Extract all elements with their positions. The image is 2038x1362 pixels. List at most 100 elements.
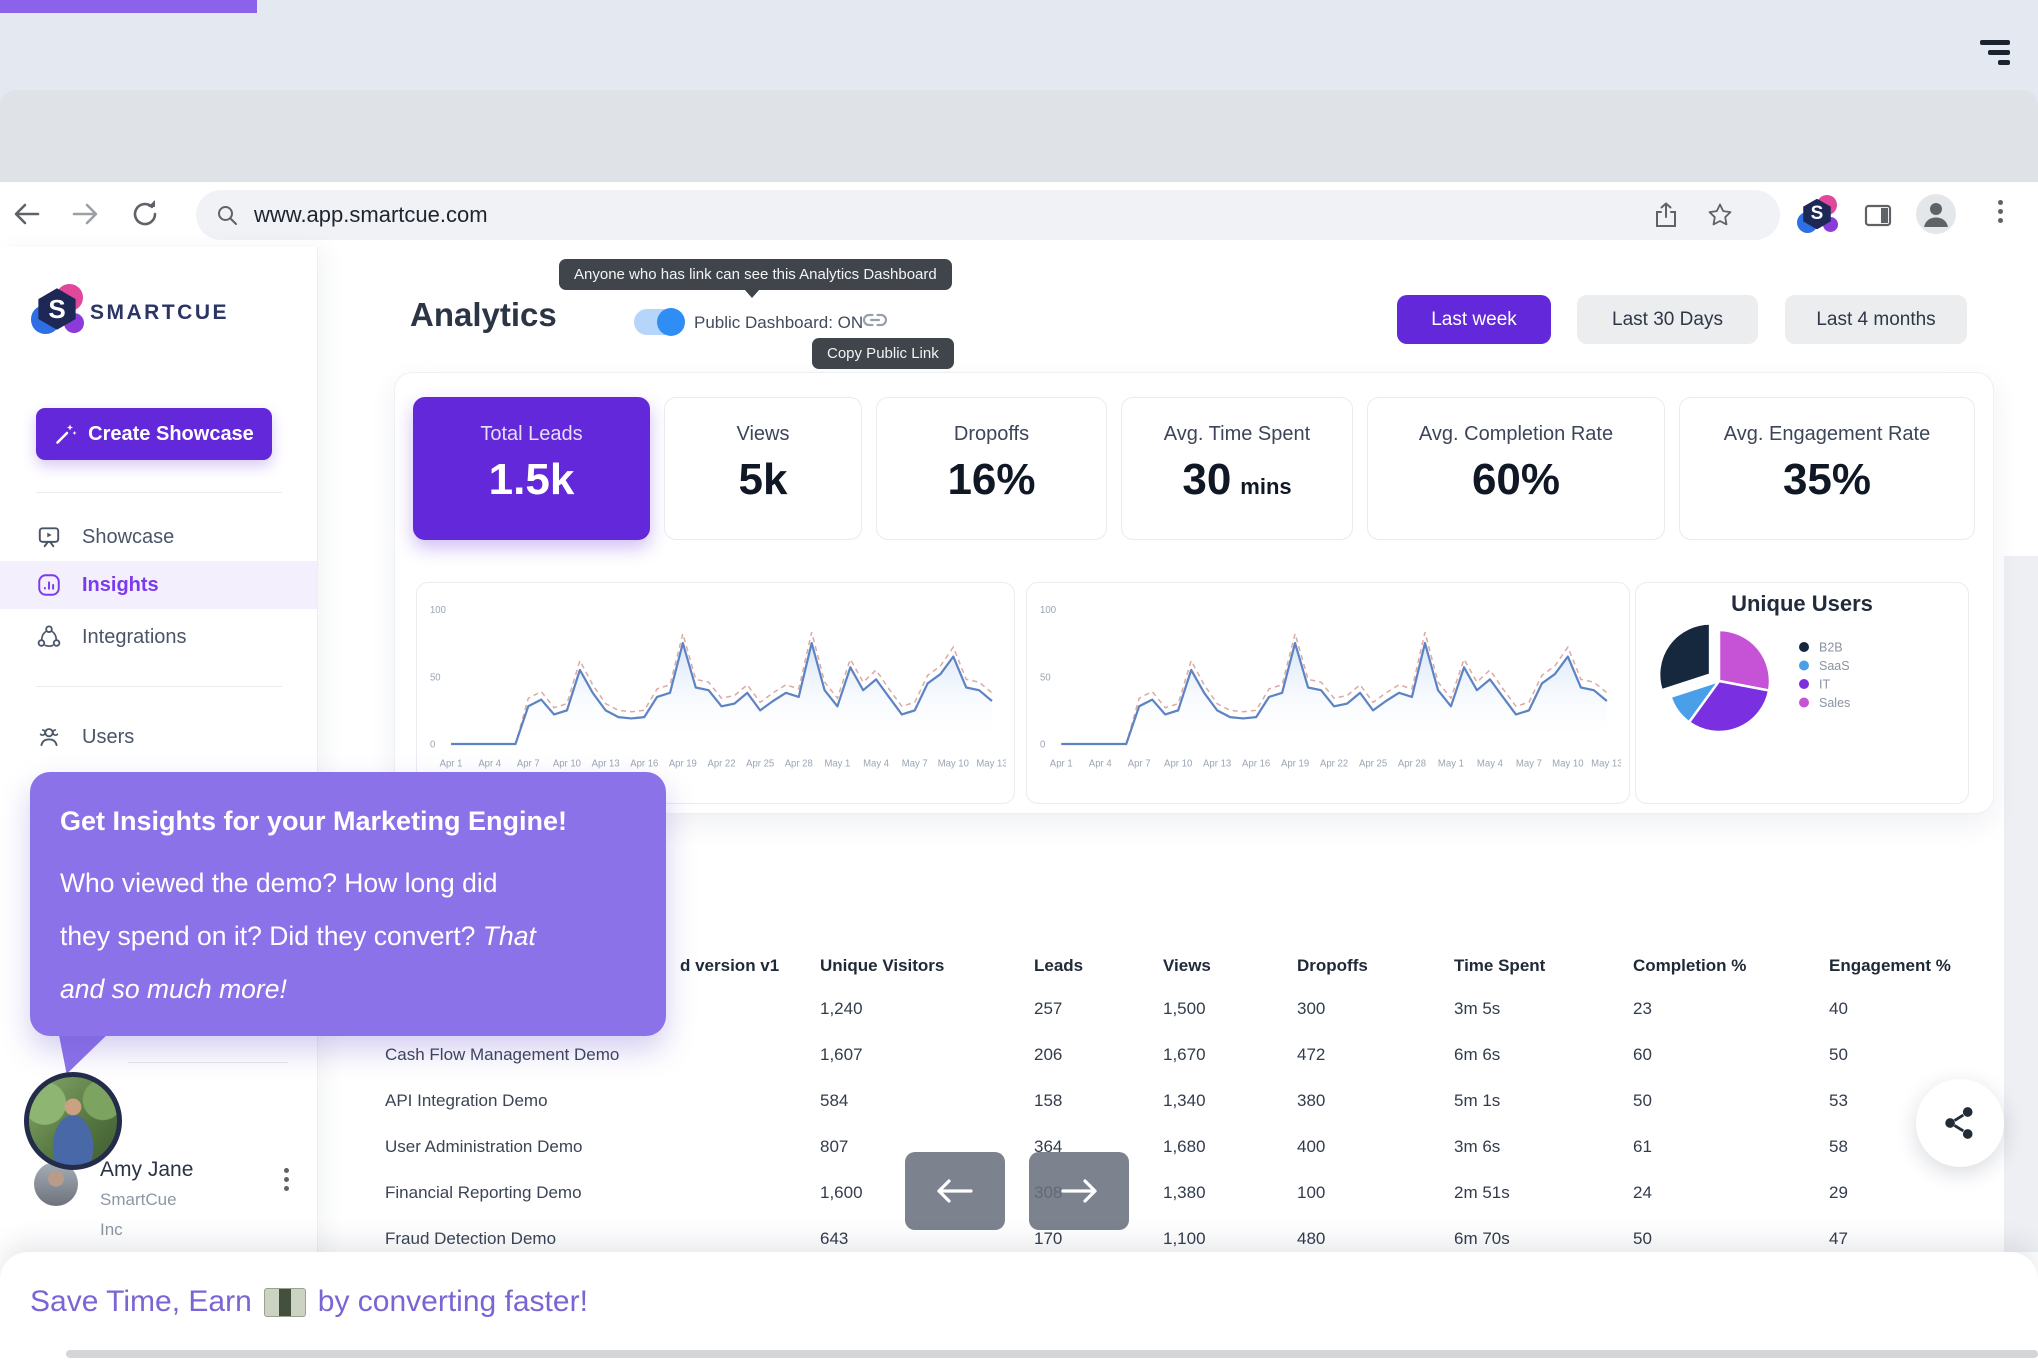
x-axis-label: Apr 22 [707,758,735,769]
divider [128,1062,288,1063]
scroll-gutter [2004,556,2038,1252]
table-cell: 50 [1633,1091,1829,1111]
profile-name: Amy Jane [100,1158,193,1182]
table-cell: 50 [1633,1229,1829,1249]
filter-last-4-months[interactable]: Last 4 months [1785,295,1967,344]
pie-chart: B2BSaaSITSales [1636,583,1968,803]
pie-slice [1659,624,1710,691]
browser-menu-icon[interactable] [1996,200,2004,230]
unique-users-pie-card: Unique Users B2BSaaSITSales [1635,582,1969,804]
copy-link-icon[interactable] [858,303,892,337]
popup-title: Get Insights for your Marketing Engine! [60,806,636,837]
filter-last-30-days[interactable]: Last 30 Days [1577,295,1758,344]
x-axis-label: Apr 19 [1281,758,1309,769]
table-cell: 472 [1297,1045,1454,1065]
next-step-button[interactable] [1029,1152,1129,1230]
x-axis-label: May 1 [824,758,850,769]
stat-card-total-leads[interactable]: Total Leads 1.5k [413,397,650,540]
x-axis-label: Apr 25 [1359,758,1387,769]
public-dashboard-toggle[interactable] [634,309,684,335]
showcase-icon [36,524,62,550]
x-axis-label: Apr 4 [478,758,501,769]
browser-profile-icon[interactable] [1916,194,1956,234]
bottom-edge-bar [66,1350,2038,1358]
legend-label: SaaS [1819,659,1850,673]
toggle-label: Public Dashboard: ON [694,313,863,333]
filter-last-week[interactable]: Last week [1397,295,1551,344]
previous-step-button[interactable] [905,1152,1005,1230]
users-icon [36,724,62,750]
table-cell: 29 [1829,1183,2004,1203]
x-axis-label: Apr 13 [592,758,620,769]
table-cell: 584 [820,1091,1034,1111]
banner-text: Save Time, Earn by converting faster! [30,1285,588,1319]
x-axis-label: Apr 10 [553,758,581,769]
popup-body-line: and so much more! [60,963,636,1016]
y-axis-tick: 100 [430,605,446,616]
column-header: Time Spent [1454,956,1633,976]
table-cell: 400 [1297,1137,1454,1157]
y-axis-tick: 100 [1040,605,1056,616]
forward-icon[interactable] [66,195,104,233]
stat-card-views[interactable]: Views 5k [664,397,862,540]
stat-card-dropoffs[interactable]: Dropoffs 16% [876,397,1107,540]
table-cell: 6m 70s [1454,1229,1633,1249]
toggle-knob [657,308,685,336]
reload-icon[interactable] [126,195,164,233]
column-header: Completion % [1633,956,1829,976]
table-row: Financial Reporting Demo1,6003081,380100… [385,1170,2005,1216]
table-cell: 24 [1633,1183,1829,1203]
x-axis-label: Apr 1 [440,758,463,769]
address-bar[interactable]: www.app.smartcue.com [196,190,1780,240]
legend-dot [1799,661,1809,671]
tab-strip: S Smartcue Apple New Tab [0,90,2038,182]
stat-card-avg-completion-rate[interactable]: Avg. Completion Rate 60% [1367,397,1665,540]
demo-name-cell: User Administration Demo [385,1137,820,1157]
menu-icon[interactable] [1978,40,2010,66]
bookmark-star-icon[interactable] [1706,201,1734,229]
presenter-video-bubble[interactable] [24,1072,122,1170]
create-showcase-button[interactable]: Create Showcase [36,408,272,460]
x-axis-label: Apr 1 [1050,758,1073,769]
profile-company: SmartCue [100,1190,177,1210]
arrow-left-icon [933,1176,977,1206]
table-row: User Administration Demo8073641,6804003m… [385,1124,2005,1170]
table-cell: 3m 5s [1454,999,1633,1019]
side-panel-icon[interactable] [1862,199,1894,231]
table-cell: 1,240 [820,999,1034,1019]
legend-label: B2B [1819,641,1843,655]
stat-card-avg-time-spent[interactable]: Avg. Time Spent 30mins [1121,397,1353,540]
table-cell: 6m 6s [1454,1045,1633,1065]
popup-body: Who viewed the demo? How long didthey sp… [60,857,636,1016]
arrow-right-icon [1057,1176,1101,1206]
back-icon[interactable] [8,195,46,233]
demo-name-cell: Fraud Detection Demo [385,1229,820,1249]
demo-name-cell: API Integration Demo [385,1091,820,1111]
x-axis-label: May 4 [863,758,890,769]
x-axis-label: Apr 28 [1398,758,1426,769]
money-emoji [264,1288,306,1317]
table-cell: 1,670 [1163,1045,1297,1065]
share-dashboard-button[interactable] [1916,1079,2004,1167]
sidebar-item-users[interactable]: Users [0,714,317,760]
share-icon[interactable] [1652,201,1680,229]
sidebar-item-insights[interactable]: Insights [0,561,317,609]
x-axis-label: Apr 4 [1089,758,1113,769]
bottom-banner: Save Time, Earn by converting faster! [0,1252,2038,1362]
table-cell: 23 [1633,999,1829,1019]
smartcue-extension-icon[interactable]: S [1800,197,1834,231]
profile-menu-icon[interactable] [282,1168,290,1198]
table-cell: 1,607 [820,1045,1034,1065]
sidebar-item-integrations[interactable]: Integrations [0,614,317,660]
x-axis-label: Apr 28 [785,758,813,769]
column-header: Unique Visitors [820,956,1034,976]
stat-card-avg-engagement-rate[interactable]: Avg. Engagement Rate 35% [1679,397,1975,540]
x-axis-label: Apr 10 [1164,758,1192,769]
profile-company-suffix: Inc [100,1220,123,1240]
column-header: Dropoffs [1297,956,1454,976]
sidebar-item-showcase[interactable]: Showcase [0,514,317,560]
column-header: Leads [1034,956,1163,976]
table-cell: 40 [1829,999,2004,1019]
share-nodes-icon [1938,1101,1982,1145]
x-axis-label: May 7 [902,758,928,769]
